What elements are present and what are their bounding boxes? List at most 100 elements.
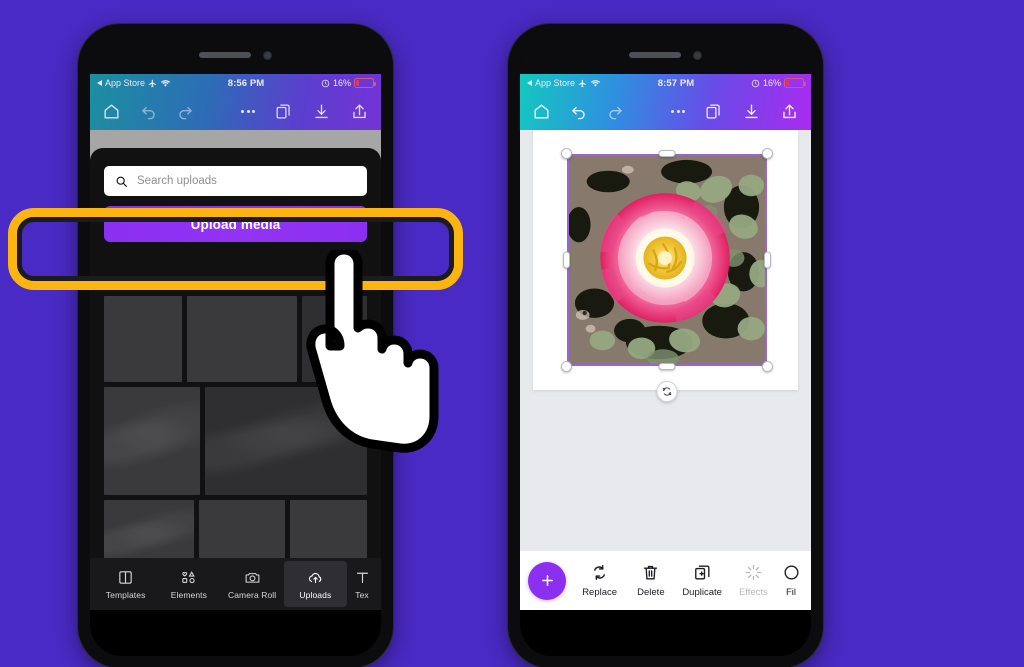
search-input[interactable]: Search uploads <box>104 166 367 196</box>
upload-section: Upload media <box>90 196 381 242</box>
rose-photo-graphic <box>569 156 765 364</box>
tab-templates[interactable]: Templates <box>94 558 157 610</box>
search-placeholder: Search uploads <box>137 175 217 187</box>
resize-handle-top[interactable] <box>658 150 676 157</box>
wifi-icon <box>590 79 601 88</box>
action-filter[interactable]: Fil <box>779 563 803 598</box>
share-icon[interactable] <box>780 102 799 121</box>
search-icon <box>115 175 128 188</box>
tab-label: Tex <box>355 589 369 600</box>
alarm-icon <box>321 79 330 88</box>
tab-text[interactable]: Tex <box>347 558 377 610</box>
upload-media-button[interactable]: Upload media <box>104 206 367 242</box>
bottom-tab-bar: Templates Elements Camera Roll Uploads T… <box>90 558 381 610</box>
redo-icon[interactable] <box>606 102 625 121</box>
status-bar: App Store 8:57 PM 16% <box>520 74 811 92</box>
earpiece-speaker <box>199 52 251 58</box>
alarm-icon <box>751 79 760 88</box>
more-options-icon[interactable] <box>241 109 255 113</box>
phone-right-body: App Store 8:57 PM 16% Replace Delete Dup… <box>520 36 811 656</box>
layers-icon[interactable] <box>274 102 293 121</box>
rotate-icon[interactable] <box>656 381 678 402</box>
phone-notch <box>90 36 381 74</box>
resize-handle-left[interactable] <box>563 251 570 269</box>
add-element-button[interactable] <box>528 561 566 600</box>
status-bar: App Store 8:56 PM 16% <box>90 74 381 92</box>
search-section: Search uploads <box>90 148 381 196</box>
grid-row <box>104 500 367 558</box>
layers-icon[interactable] <box>704 102 723 121</box>
editor-toolbar <box>90 92 381 130</box>
selected-element[interactable] <box>561 148 773 402</box>
tab-camera-roll[interactable]: Camera Roll <box>221 558 284 610</box>
airplane-mode-icon <box>148 79 157 88</box>
download-icon[interactable] <box>742 102 761 121</box>
element-action-bar: Replace Delete Duplicate Effects Fil <box>520 550 811 610</box>
upload-cloud-icon <box>307 569 324 586</box>
front-camera <box>693 50 702 60</box>
left-header-gradient: App Store 8:56 PM 16% <box>90 74 381 130</box>
phone-right-screen: App Store 8:57 PM 16% Replace Delete Dup… <box>520 74 811 610</box>
redo-icon[interactable] <box>176 102 195 121</box>
tab-label: Uploads <box>299 589 332 600</box>
earpiece-speaker <box>629 52 681 58</box>
action-label: Fil <box>785 587 797 598</box>
action-label: Duplicate <box>682 587 722 598</box>
elements-icon <box>180 569 197 586</box>
resize-handle-top-left[interactable] <box>561 148 572 159</box>
templates-icon <box>117 569 134 586</box>
tab-elements[interactable]: Elements <box>157 558 220 610</box>
resize-handle-bottom-left[interactable] <box>561 361 572 372</box>
undo-icon[interactable] <box>569 102 588 121</box>
resize-handle-top-right[interactable] <box>762 148 773 159</box>
action-duplicate[interactable]: Duplicate <box>677 563 728 598</box>
airplane-mode-icon <box>578 79 587 88</box>
photo-rose[interactable] <box>567 154 767 366</box>
resize-handle-bottom-right[interactable] <box>762 361 773 372</box>
action-label: Effects <box>738 587 768 598</box>
phone-notch <box>520 36 811 74</box>
action-replace[interactable]: Replace <box>574 563 625 598</box>
phone-right: App Store 8:57 PM 16% Replace Delete Dup… <box>508 24 823 667</box>
download-icon[interactable] <box>312 102 331 121</box>
wifi-icon <box>160 79 171 88</box>
tab-label: Elements <box>170 589 207 600</box>
action-delete[interactable]: Delete <box>625 563 676 598</box>
upload-thumb[interactable] <box>104 500 194 558</box>
battery-icon <box>784 78 806 88</box>
home-icon[interactable] <box>532 102 551 121</box>
home-icon[interactable] <box>102 102 121 121</box>
pointing-hand-cursor <box>296 250 446 455</box>
upload-thumb[interactable] <box>290 500 367 558</box>
resize-handle-right[interactable] <box>764 251 771 269</box>
action-effects[interactable]: Effects <box>728 563 779 598</box>
tab-uploads[interactable]: Uploads <box>283 561 347 607</box>
undo-icon[interactable] <box>139 102 158 121</box>
action-label: Replace <box>582 587 618 598</box>
upload-thumb[interactable] <box>187 296 297 382</box>
editor-toolbar <box>520 92 811 130</box>
duplicate-icon <box>693 563 712 582</box>
tab-label: Templates <box>105 589 146 600</box>
more-options-icon[interactable] <box>671 109 685 113</box>
upload-thumb[interactable] <box>199 500 285 558</box>
battery-icon <box>354 78 376 88</box>
battery-percent: 16% <box>762 78 781 88</box>
plus-icon <box>539 572 556 589</box>
back-arrow-icon[interactable] <box>527 80 532 86</box>
front-camera <box>263 50 272 60</box>
filter-icon <box>782 563 801 582</box>
camera-icon <box>244 569 261 586</box>
upload-thumb[interactable] <box>104 387 200 495</box>
design-artboard[interactable] <box>533 130 798 402</box>
share-icon[interactable] <box>350 102 369 121</box>
upload-thumb[interactable] <box>104 296 182 382</box>
battery-percent: 16% <box>332 78 351 88</box>
resize-handle-bottom[interactable] <box>658 363 676 370</box>
back-arrow-icon[interactable] <box>97 80 102 86</box>
status-time: 8:57 PM <box>657 77 695 89</box>
status-time: 8:56 PM <box>227 77 265 89</box>
sparkle-icon <box>744 563 763 582</box>
replace-icon <box>590 563 609 582</box>
trash-icon <box>641 563 660 582</box>
